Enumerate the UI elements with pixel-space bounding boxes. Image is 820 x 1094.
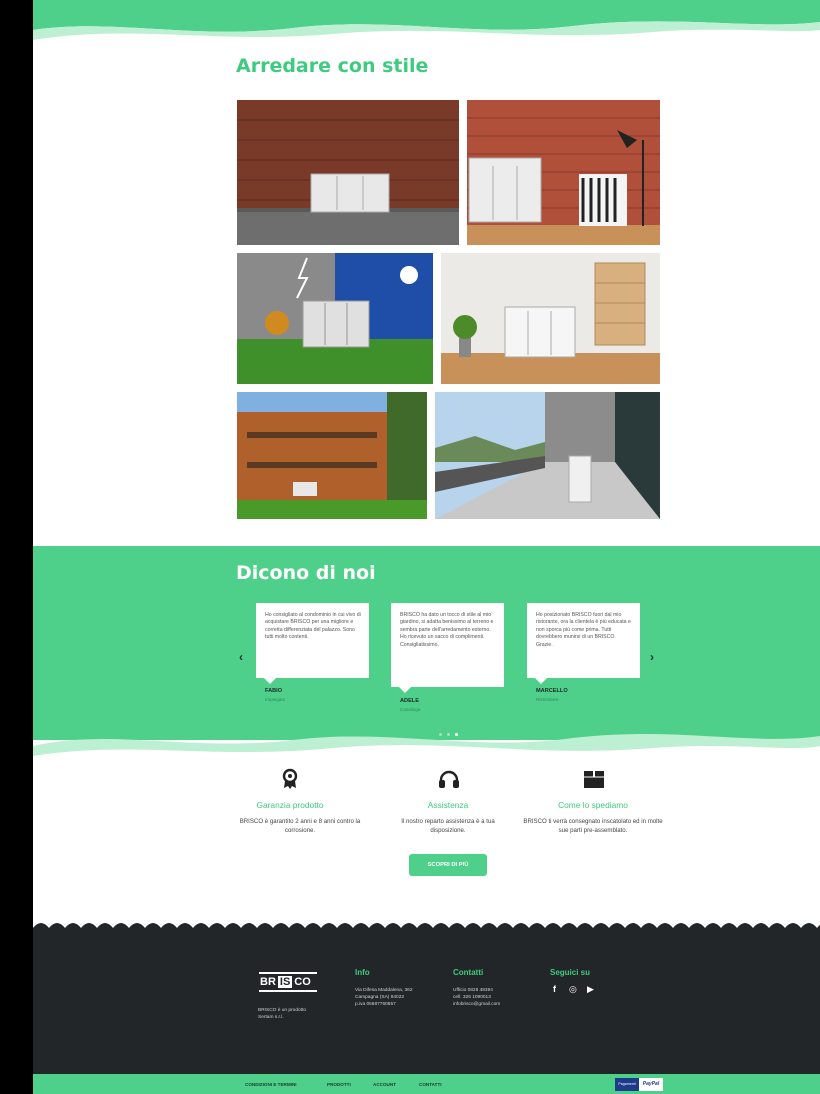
youtube-icon[interactable]: ▶ [587, 984, 594, 995]
testimonial-role: Ristoratore [536, 697, 559, 702]
footer-tagline: BRISCO è un prodotto Sertam s.r.l. [258, 1008, 306, 1021]
testimonial-name: FABIO [265, 688, 283, 694]
link-terms[interactable]: CONDIZIONI E TERMINI [245, 1082, 297, 1087]
gallery-title: Arredare con stile [236, 55, 429, 77]
link-account[interactable]: ACCOUNT [373, 1082, 396, 1087]
testimonial-name: MARCELLO [536, 688, 568, 694]
footer-contacts-text: Ufficio 0828 48394 cell. 326 1090013 inf… [453, 988, 501, 1008]
top-wave [33, 0, 820, 40]
logo-text: CO [294, 976, 311, 988]
footer-zigzag [33, 923, 820, 938]
paypal-logo: PayPal [639, 1078, 663, 1091]
brisco-logo: BR IS CO [259, 972, 317, 992]
payment-label: Pagamenti [615, 1078, 639, 1091]
footer-contacts-title: Contatti [453, 968, 484, 977]
gallery-image-balcony [435, 392, 660, 519]
footer-info-title: Info [355, 968, 370, 977]
chevron-left-icon[interactable]: ‹ [239, 650, 243, 664]
payment-badge: Pagamenti PayPal [615, 1078, 663, 1091]
award-icon [280, 768, 300, 795]
headphones-icon [438, 769, 460, 794]
instagram-icon[interactable]: ◎ [569, 984, 577, 995]
gallery-image-white-room [441, 253, 660, 384]
testimonial-text: BRISCO ha dato un tocco di stile al mio … [400, 612, 494, 648]
link-contacts[interactable]: CONTATTI [419, 1082, 442, 1087]
feature-description: Il nostro reparto assistenza è a tua dis… [401, 818, 495, 834]
facebook-icon[interactable]: f [553, 984, 556, 994]
learn-more-button[interactable]: SCOPRI DI PIÙ [409, 854, 487, 876]
testimonial-role: Impiegato [265, 697, 286, 702]
testimonial-card-1: Ho consigliato al condominio in cui vivo… [256, 603, 369, 684]
gallery-image-weather [237, 253, 433, 384]
testimonials-title: Dicono di noi [236, 562, 376, 584]
feature-title: Garanzia prodotto [256, 800, 324, 810]
gallery-image-living-room [467, 100, 660, 245]
footer-social-title: Seguici su [550, 968, 591, 977]
testimonial-card-3: Ho posizionato BRISCO fuori dal mio rist… [527, 603, 640, 684]
logo-text: IS [277, 976, 293, 988]
feature-description: BRISCO ti verrà consegnato inscatolato e… [523, 818, 663, 834]
gallery-image-brick-wall [237, 100, 459, 245]
testimonial-text: Ho consigliato al condominio in cui vivo… [265, 612, 361, 641]
footer [33, 930, 820, 1074]
testimonial-role: Casalinga [400, 707, 421, 712]
footer-info-text: Via Difesa Maddalena, 362 Campagna (SA) … [355, 988, 413, 1008]
gallery-image-wooden-house [237, 392, 427, 519]
testimonial-card-2: BRISCO ha dato un tocco di stile al mio … [391, 603, 504, 693]
logo-text: BR [260, 976, 276, 988]
feature-title: Assistenza [427, 800, 469, 810]
middle-wave [33, 734, 820, 768]
feature-title: Come lo spediamo [558, 800, 628, 810]
chevron-right-icon[interactable]: › [650, 650, 654, 664]
page: Arredare con stile Dicono di noi ‹ › Ho … [33, 0, 820, 1094]
testimonial-name: ADELE [400, 698, 419, 704]
testimonial-text: Ho posizionato BRISCO fuori dal mio rist… [536, 612, 631, 648]
box-icon [583, 769, 605, 794]
feature-description: BRISCO è garantito 2 anni e 8 anni contr… [239, 818, 361, 834]
link-products[interactable]: PRODOTTI [327, 1082, 351, 1087]
